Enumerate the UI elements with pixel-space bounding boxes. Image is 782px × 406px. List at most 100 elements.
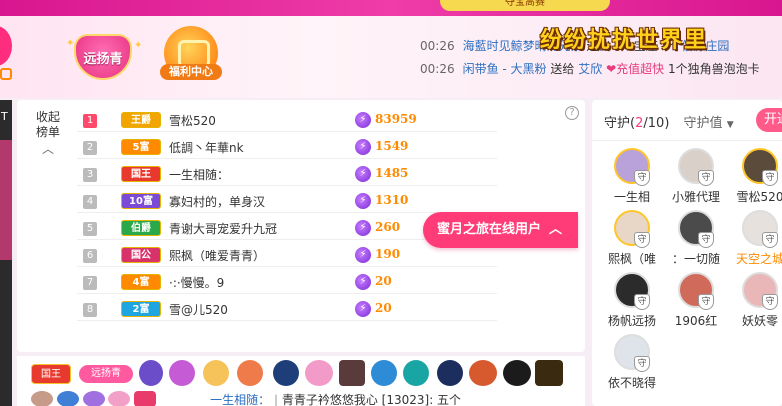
guard-tabs: 守护(2/10) 守护值 ▼: [604, 112, 734, 131]
ranking-username[interactable]: 雪松520: [169, 112, 216, 129]
medal-icon[interactable]: [503, 360, 531, 386]
guard-member-name: 一生相: [613, 190, 650, 204]
guard-member[interactable]: 守依不晓得: [602, 334, 662, 398]
guard-member-name: 1906红: [674, 314, 718, 328]
guard-shield-icon: 守: [698, 170, 714, 186]
collapse-ranking-button[interactable]: 收起榜单 ︿: [33, 110, 63, 157]
level-badge: 王爵: [121, 112, 161, 128]
diamond-badge-icon[interactable]: [339, 360, 365, 386]
level-badge: 4富: [121, 274, 161, 290]
lightning-icon: ⚡: [355, 193, 371, 209]
crown-icon[interactable]: [203, 360, 229, 386]
guard-member-name: 妖妖零: [741, 314, 778, 328]
tab-guard-value[interactable]: 守护值 ▼: [684, 116, 734, 131]
ranking-row[interactable]: 4 10富 寡妇村的，单身汉 ⚡ 1310: [77, 189, 497, 213]
guard-member[interactable]: 守一生相: [602, 148, 662, 212]
guard-badge[interactable]: ✦ ✦ 远扬青: [64, 34, 142, 84]
avatar[interactable]: [31, 391, 53, 406]
guard-member-name: 雪松520: [736, 190, 782, 204]
guard-badge-label: 远扬青: [83, 52, 123, 67]
ranking-row[interactable]: 8 2富 雪@儿520 ⚡ 20: [77, 297, 497, 321]
heart-icon: ❤: [606, 62, 617, 76]
honeymoon-online-users-button[interactable]: 蜜月之旅在线用户 ︿: [423, 212, 578, 248]
medal-icon[interactable]: [469, 360, 497, 386]
medal-icon[interactable]: [237, 360, 263, 386]
badge-icon: [134, 391, 157, 406]
tab-guard[interactable]: 守护: [604, 116, 630, 131]
caret-down-icon: ▼: [726, 120, 734, 130]
ranking-score: 20: [375, 301, 392, 315]
ranking-score: 260: [375, 220, 401, 234]
ranking-username[interactable]: 青谢大哥宠爱升九冠: [169, 220, 277, 237]
level-badge: 国王: [121, 166, 161, 182]
medal-icon[interactable]: [535, 360, 563, 386]
lightning-icon: ⚡: [355, 247, 371, 263]
cube-badge-icon[interactable]: [371, 360, 397, 386]
ranking-username[interactable]: ·:·慢慢。9: [169, 274, 224, 291]
guard-shield-icon: 守: [762, 170, 778, 186]
guard-member[interactable]: 守天空之城: [730, 210, 782, 274]
ranking-username[interactable]: 低調丶年華nk: [169, 139, 244, 156]
star-badge-icon[interactable]: [273, 360, 299, 386]
shield-icon[interactable]: [169, 360, 195, 386]
top-banner-tag: 夺宝高赛: [440, 0, 610, 11]
gift-ticker-line: 00:26 闲带鱼 - 大黑粉 送给 艾欣 ❤充值超快 1个独角兽泡泡卡: [420, 62, 760, 76]
ranking-username[interactable]: 雪@儿520: [169, 301, 228, 318]
ticker-user[interactable]: 闲带鱼 - 大黑粉: [463, 62, 547, 76]
guard-member[interactable]: 守杨帆远扬: [602, 272, 662, 336]
guard-member-name: 熙枫（唯: [607, 252, 656, 266]
left-video-strip: T: [0, 100, 12, 406]
ranking-score: 190: [375, 247, 401, 261]
guard-shield-icon: 守: [762, 294, 778, 310]
guard-member[interactable]: 守熙枫（唯: [602, 210, 662, 274]
ranking-username[interactable]: 一生相随：: [169, 166, 229, 183]
help-icon[interactable]: ?: [565, 106, 579, 120]
open-guard-button[interactable]: 开通: [756, 108, 782, 132]
welfare-center-label: 福利中心: [160, 64, 222, 80]
guard-shield-icon: 守: [634, 170, 650, 186]
rank-number: 8: [83, 303, 97, 317]
guard-member[interactable]: 守小雅代理: [666, 148, 726, 212]
guard-shield-icon: 守: [634, 356, 650, 372]
king-badge[interactable]: 国王: [31, 364, 71, 384]
medal-icon[interactable]: [139, 360, 163, 386]
badge-icon: [108, 391, 131, 406]
guard-shield-icon: 守: [698, 294, 714, 310]
guard-member[interactable]: 守妖妖零: [730, 272, 782, 336]
lightning-icon: ⚡: [355, 166, 371, 182]
ranking-score: 20: [375, 274, 392, 288]
ranking-username[interactable]: 寡妇村的，单身汉: [169, 193, 265, 210]
guard-shield-icon: 守: [762, 232, 778, 248]
ranking-row[interactable]: 3 国王 一生相随： ⚡ 1485: [77, 162, 497, 186]
guard-member-name: 天空之城: [735, 252, 782, 266]
heart-badge-icon[interactable]: [305, 360, 333, 386]
guard-count: (2/10): [630, 116, 670, 131]
level-badge: 5富: [121, 139, 161, 155]
ranking-score: 1310: [375, 193, 409, 207]
lightning-icon: ⚡: [355, 274, 371, 290]
left-small-icon[interactable]: [0, 68, 12, 80]
guard-member[interactable]: 守 1906红: [666, 272, 726, 336]
ranking-username[interactable]: 熙枫（唯爱青青）: [169, 247, 265, 264]
chat-message: 一生相随： | 青青子衿悠悠我心 [13023]: 五个: [17, 391, 585, 406]
guard-member[interactable]: 守雪松520: [730, 148, 782, 212]
collapse-label: 收起榜单: [35, 110, 60, 139]
guard-member[interactable]: 守 ：一切随: [666, 210, 726, 274]
welfare-center-button[interactable]: 福利中心: [160, 26, 222, 90]
badge-icon: [56, 391, 79, 406]
badge-icon: [82, 391, 105, 406]
ranking-row[interactable]: 1 王爵 雪松520 ⚡ 83959: [77, 108, 497, 132]
cube-badge-icon[interactable]: [403, 360, 429, 386]
text-glyph: T: [1, 110, 8, 123]
rank-number: 5: [83, 222, 97, 236]
guard-member-name: ：一切随: [671, 252, 720, 266]
top-banner-strip: 夺宝高赛: [0, 0, 782, 16]
ranking-row[interactable]: 2 5富 低調丶年華nk ⚡ 1549: [77, 135, 497, 159]
guard-member-name: 杨帆远扬: [607, 314, 656, 328]
chat-user[interactable]: 一生相随：: [210, 393, 270, 406]
ranking-row[interactable]: 7 4富 ·:·慢慢。9 ⚡ 20: [77, 270, 497, 294]
star-badge-icon[interactable]: [437, 360, 463, 386]
guard-badge-small[interactable]: 远扬青: [79, 365, 133, 383]
rank-number: 1: [83, 114, 97, 128]
rank-number: 3: [83, 168, 97, 182]
